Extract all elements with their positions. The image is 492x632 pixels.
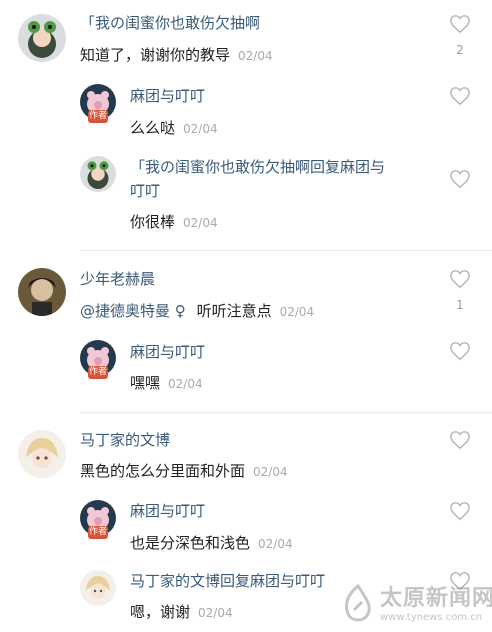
comment-date: 02/04 [279,305,315,319]
comment-date: 02/04 [238,49,273,63]
like-heart-icon[interactable] [449,501,471,521]
thread-divider [80,250,492,251]
watermark-title: 太原新闻网 [380,586,492,611]
reply-text: 么么哒 02/04 [130,117,218,138]
gender-female-icon: ♀ [174,302,186,320]
like-heart-icon[interactable] [449,14,471,34]
watermark-url: www.tynews.com.cn [380,612,483,623]
comment-username[interactable]: 马丁家的文博 [80,429,170,450]
comment-text: 黑色的怎么分里面和外面 02/04 [80,460,288,481]
reply-text-content: 嘿嘿 [130,374,161,392]
reply-date: 02/04 [198,606,233,620]
watermark-logo-icon [344,584,371,622]
reply-date: 02/04 [183,216,218,230]
mention-link[interactable]: @捷德奥特曼 [80,302,170,320]
comment-text: @捷德奥特曼 ♀ 听听注意点 02/04 [80,300,314,321]
comment-text: 知道了，谢谢你的教导 02/04 [80,44,273,65]
reply-text-content: 也是分深色和浅色 [130,534,251,552]
reply-text-content: 嗯，谢谢 [130,603,191,621]
reply-username[interactable]: 麻团与叮叮 [130,341,205,362]
reply-date: 02/04 [258,537,293,551]
reply-username[interactable]: 麻团与叮叮 [130,500,205,521]
avatar-user-dark[interactable] [18,268,66,316]
reply-text: 也是分深色和浅色 02/04 [130,532,293,553]
like-heart-icon[interactable] [449,86,471,106]
reply-text: 嗯，谢谢 02/04 [130,601,233,622]
reply-username[interactable]: 马丁家的文博回复麻团与叮叮 [130,570,325,591]
reply-text: 你很棒 02/04 [130,211,218,232]
author-badge: 作者 [88,526,108,539]
like-heart-icon[interactable] [449,169,471,189]
reply-date: 02/04 [168,377,203,391]
reply-text-content: 么么哒 [130,119,176,137]
reply-username-line2[interactable]: 叮叮 [130,180,160,201]
comment-username[interactable]: 少年老赫晨 [80,268,155,289]
site-watermark: 太原新闻网 www.tynews.com.cn [340,580,492,632]
like-count: 1 [456,298,464,312]
reply-date: 02/04 [183,122,218,136]
like-heart-icon[interactable] [449,269,471,289]
author-badge: 作者 [88,110,108,123]
comment-text-content: 知道了，谢谢你的教导 [80,46,231,64]
comment-text-content: 听听注意点 [196,302,272,320]
reply-username[interactable]: 麻团与叮叮 [130,85,205,106]
reply-text-content: 你很棒 [130,213,176,231]
comment-text-content: 黑色的怎么分里面和外面 [80,462,246,480]
avatar-user-anime[interactable] [18,430,66,478]
avatar-user-frog[interactable] [18,14,66,62]
like-count: 2 [456,43,464,57]
like-heart-icon[interactable] [449,341,471,361]
reply-text: 嘿嘿 02/04 [130,372,203,393]
comment-username[interactable]: 「我の闺蜜你也敢伤欠抽啊 [80,12,260,33]
reply-username-line1[interactable]: 「我の闺蜜你也敢伤欠抽啊回复麻团与 [130,156,385,177]
thread-divider [80,412,492,413]
avatar-user-anime[interactable] [80,570,116,606]
comment-date: 02/04 [253,465,288,479]
like-heart-icon[interactable] [449,430,471,450]
avatar-user-frog[interactable] [80,156,116,192]
author-badge: 作者 [88,366,108,379]
